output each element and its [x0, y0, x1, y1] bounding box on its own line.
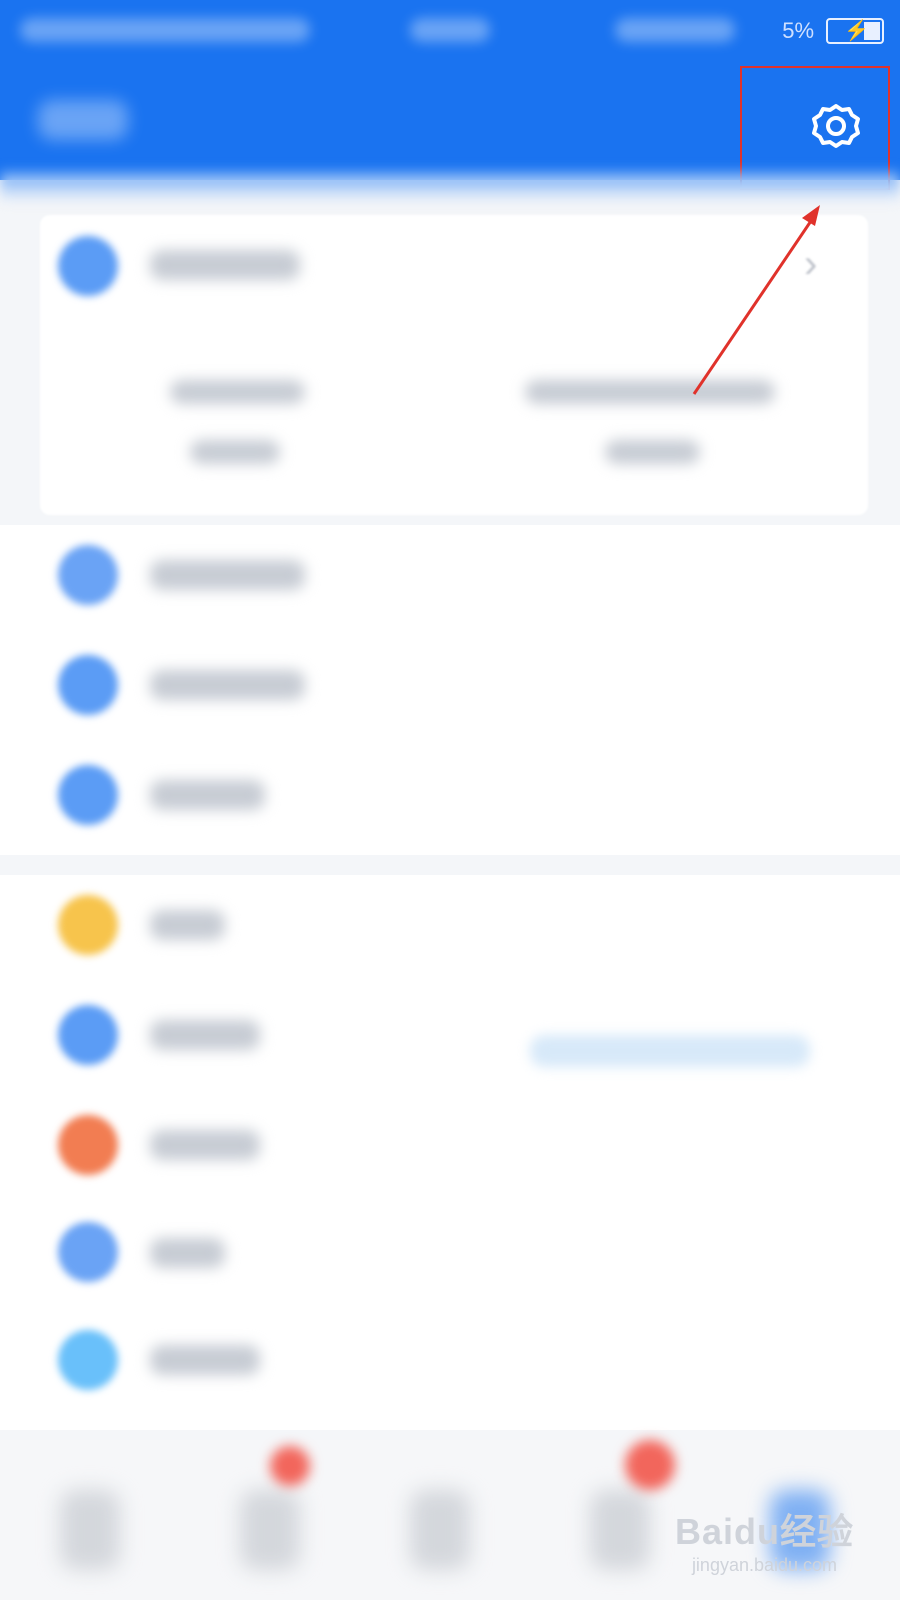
tab-4-badge [625, 1440, 675, 1490]
status-bar: 5% ⚡ [0, 0, 900, 60]
account-icon [58, 236, 118, 296]
menu-icon-8 [58, 1330, 118, 1390]
menu-item-7-label[interactable] [150, 1238, 225, 1268]
menu-item-5-tag [530, 1035, 810, 1067]
menu-icon-6 [58, 1115, 118, 1175]
status-bar-right-blur [615, 18, 735, 42]
menu-item-6-label[interactable] [150, 1130, 260, 1160]
header-shadow [0, 172, 900, 202]
tab-2[interactable] [240, 1490, 300, 1570]
menu-icon-2 [58, 655, 118, 715]
tab-1[interactable] [60, 1490, 120, 1570]
battery-percent: 5% [782, 18, 814, 43]
menu-group-2 [0, 875, 900, 1430]
watermark: Baidu经验 jingyan.baidu.com [675, 1503, 854, 1576]
menu-icon-1 [58, 545, 118, 605]
watermark-logo: Baidu经验 [674, 1511, 854, 1552]
status-bar-center-blur [410, 18, 490, 42]
menu-item-2-label[interactable] [150, 670, 305, 700]
tab-3[interactable] [410, 1490, 470, 1570]
card-stat-1-label [170, 380, 305, 404]
menu-item-3-label[interactable] [150, 780, 265, 810]
menu-group-1 [0, 525, 900, 855]
status-bar-left-blur [20, 18, 310, 42]
tab-2-badge [270, 1446, 310, 1486]
menu-icon-4 [58, 895, 118, 955]
card-stat-1-value [190, 440, 280, 464]
menu-item-8-label[interactable] [150, 1345, 260, 1375]
menu-icon-7 [58, 1222, 118, 1282]
menu-icon-3 [58, 765, 118, 825]
menu-item-4-label[interactable] [150, 910, 225, 940]
watermark-url: jingyan.baidu.com [691, 1555, 838, 1575]
app-header [0, 60, 900, 190]
account-name [150, 250, 300, 280]
menu-icon-5 [58, 1005, 118, 1065]
tab-4[interactable] [590, 1490, 650, 1570]
header-title [38, 100, 128, 140]
chevron-right-icon: › [804, 242, 818, 286]
battery-icon: ⚡ [826, 18, 884, 44]
menu-item-5-label[interactable] [150, 1020, 260, 1050]
menu-item-1-label[interactable] [150, 560, 305, 590]
gear-icon [812, 104, 860, 148]
card-stat-2-label [525, 380, 775, 404]
card-stat-2-value [605, 440, 700, 464]
